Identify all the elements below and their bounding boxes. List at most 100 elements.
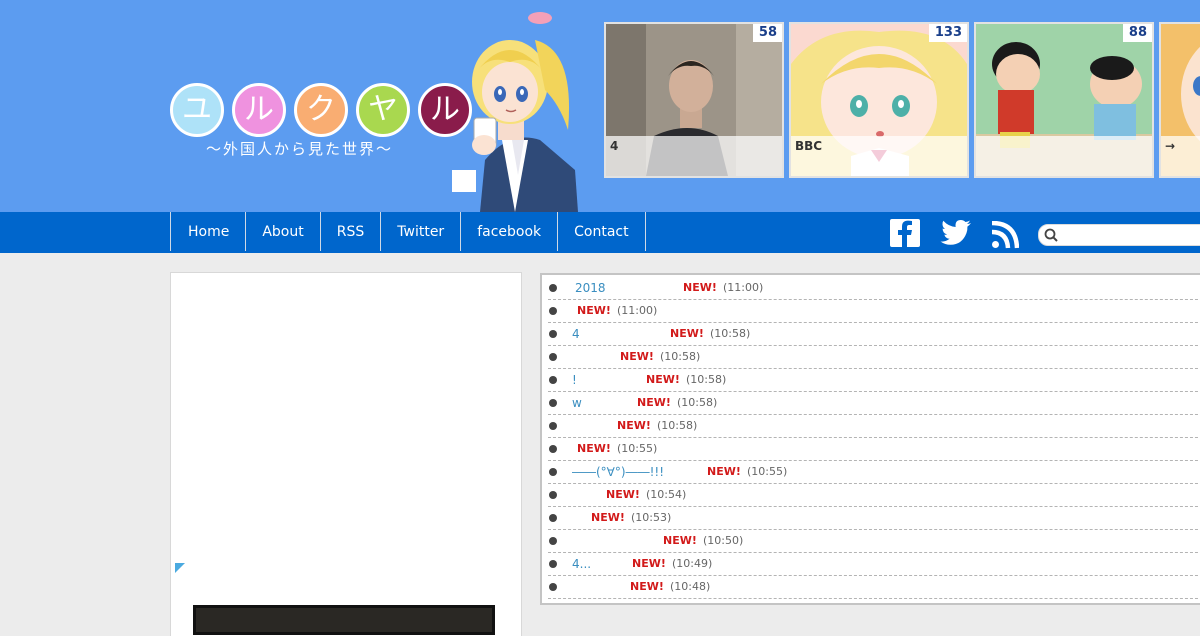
feed-time: (10:50): [703, 534, 744, 547]
feed-title-link[interactable]: 4...: [572, 553, 591, 575]
feed-row: ! NEW! (10:58): [548, 369, 1200, 392]
bullet-icon: [549, 583, 557, 591]
feed-row: 4 NEW! (10:58): [548, 323, 1200, 346]
new-badge: NEW!: [620, 350, 654, 363]
nav-contact[interactable]: Contact: [557, 212, 646, 251]
feed-row: w NEW! (10:58): [548, 392, 1200, 415]
feed-row: 4... NEW! (10:49): [548, 553, 1200, 576]
view-count: 58: [752, 24, 782, 42]
feed-row: NEW! (10:50): [548, 530, 1200, 553]
new-badge: NEW!: [606, 488, 640, 501]
search-icon: [1044, 228, 1058, 242]
nav-facebook[interactable]: facebook: [460, 212, 557, 251]
logo-char: ル: [232, 83, 286, 137]
feed-row: NEW! (10:58): [548, 346, 1200, 369]
new-badge: NEW!: [577, 304, 611, 317]
video-thumbnail[interactable]: [193, 605, 495, 635]
mascot-illustration: [452, 12, 578, 212]
feed-title-link[interactable]: w: [572, 392, 582, 414]
new-badge: NEW!: [646, 373, 680, 386]
news-feed: 2018 NEW! (11:00) NEW! (11:00) 4 NEW! (10:58) NE…: [540, 273, 1200, 605]
new-badge: NEW!: [637, 396, 671, 409]
new-badge: NEW!: [683, 281, 717, 294]
bullet-icon: [549, 376, 557, 384]
logo-char: ク: [294, 83, 348, 137]
sidebar-ad-panel: [170, 272, 522, 597]
bullet-icon: [549, 514, 557, 522]
nav-list: Home About RSS Twitter facebook Contact: [170, 212, 646, 253]
feed-row: NEW! (10:53): [548, 507, 1200, 530]
feed-time: (10:48): [670, 580, 711, 593]
feed-time: (10:49): [672, 557, 713, 570]
thumbnail-caption-text: 4: [610, 139, 619, 153]
new-badge: NEW!: [620, 599, 654, 603]
facebook-icon[interactable]: [890, 219, 920, 247]
bullet-icon: [549, 307, 557, 315]
feed-time: (10:58): [657, 419, 698, 432]
sidebar-video-panel: [170, 596, 522, 636]
thumbnail-caption: →: [1161, 136, 1200, 176]
new-badge: NEW!: [707, 465, 741, 478]
bullet-icon: [549, 399, 557, 407]
thumbnail-card[interactable]: →: [1159, 22, 1200, 178]
bullet-icon: [549, 422, 557, 430]
new-badge: NEW!: [670, 327, 704, 340]
feed-title-link[interactable]: ――(°∀°)――!!!: [572, 461, 664, 483]
twitter-icon[interactable]: [940, 219, 972, 247]
thumbnail-card[interactable]: 58 4: [604, 22, 784, 178]
feed-time: (10:48): [660, 599, 700, 603]
feed-row: NEW! (11:00): [548, 300, 1200, 323]
bullet-icon: [549, 468, 557, 476]
main-nav: Home About RSS Twitter facebook Contact: [0, 212, 1200, 253]
bullet-icon: [549, 560, 557, 568]
view-count: 88: [1122, 24, 1152, 42]
feed-time: (10:55): [747, 465, 788, 478]
feed-title-link[interactable]: !: [572, 369, 577, 391]
feed-row: NEW! (10:58): [548, 415, 1200, 438]
feed-row: 2018 NEW! (11:00): [548, 277, 1200, 300]
new-badge: NEW!: [632, 557, 666, 570]
bullet-icon: [549, 537, 557, 545]
feed-time: (10:58): [660, 350, 701, 363]
nav-about[interactable]: About: [245, 212, 319, 251]
feed-title-link[interactable]: 4: [572, 323, 580, 345]
logo-char: ユ: [170, 83, 224, 137]
thumbnail-caption-text: BBC: [795, 139, 823, 153]
bullet-icon: [549, 491, 557, 499]
feed-time: (10:54): [646, 488, 687, 501]
feed-row: NEW! (10:48): [548, 576, 1200, 599]
thumbnail-caption: BBC: [791, 136, 967, 176]
bullet-icon: [549, 330, 557, 338]
feed-row: NEW! (10:48): [548, 599, 1200, 603]
logo-subtitle: 〜外国人から見た世界〜: [206, 140, 394, 158]
feed-title-link[interactable]: 2018: [575, 277, 606, 299]
bullet-icon: [549, 353, 557, 361]
nav-rss[interactable]: RSS: [319, 212, 381, 251]
feed-time: (10:53): [631, 511, 672, 524]
nav-home[interactable]: Home: [170, 212, 245, 251]
feed-time: (11:00): [617, 304, 658, 317]
thumbnail-card[interactable]: 88: [974, 22, 1154, 178]
new-badge: NEW!: [663, 534, 697, 547]
new-badge: NEW!: [577, 442, 611, 455]
feed-row: NEW! (10:54): [548, 484, 1200, 507]
thumbnail-caption: 4: [606, 136, 782, 176]
feed-time: (10:55): [617, 442, 658, 455]
new-badge: NEW!: [591, 511, 625, 524]
ad-corner-icon[interactable]: [175, 563, 185, 573]
feed-time: (10:58): [710, 327, 751, 340]
site-header: ユ ル ク ヤ ル 〜外国人から見た世界〜 58 4 133 BBC 88 →: [0, 0, 1200, 212]
thumbnail-card[interactable]: 133 BBC: [789, 22, 969, 178]
rss-icon[interactable]: [991, 221, 1019, 249]
thumbnail-caption-text: →: [1165, 139, 1176, 153]
view-count: 133: [928, 24, 967, 42]
new-badge: NEW!: [630, 580, 664, 593]
logo-char: ヤ: [356, 83, 410, 137]
feed-row: ――(°∀°)――!!! NEW! (10:55): [548, 461, 1200, 484]
search-box: [1038, 224, 1200, 246]
feed-row: NEW! (10:55): [548, 438, 1200, 461]
feed-time: (10:58): [686, 373, 727, 386]
nav-twitter[interactable]: Twitter: [380, 212, 460, 251]
feed-time: (11:00): [723, 281, 764, 294]
search-input[interactable]: [1063, 227, 1200, 244]
